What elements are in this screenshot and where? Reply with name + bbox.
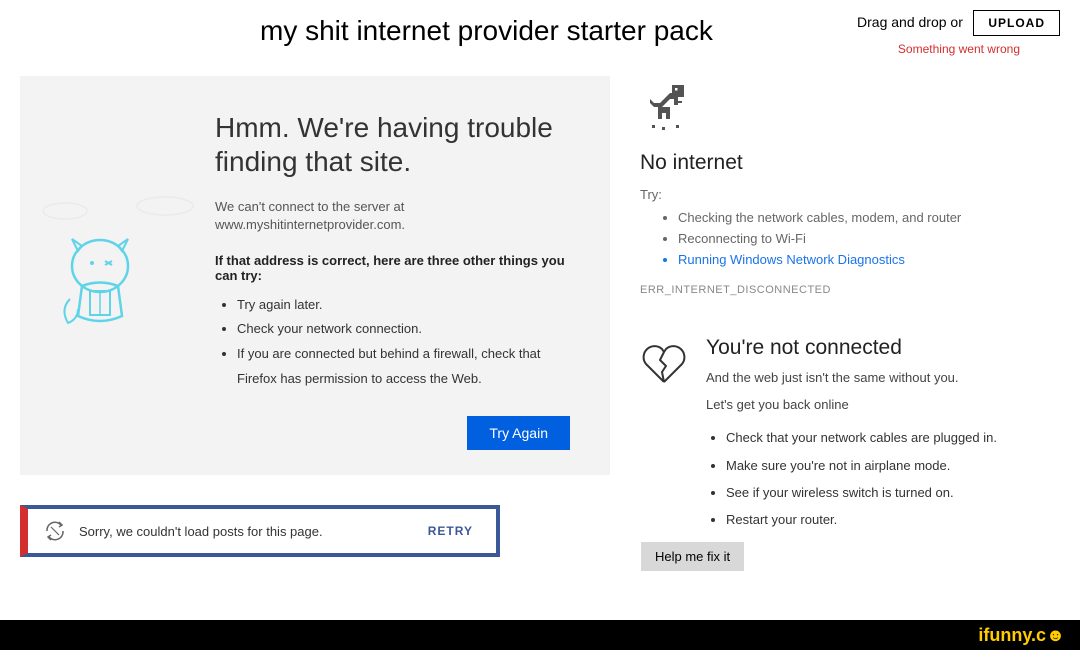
page-title: my shit internet provider starter pack (260, 15, 713, 47)
chrome-error-title: No internet (640, 151, 1060, 175)
upload-drag-text: Drag and drop or (857, 14, 963, 30)
list-item: If you are connected but behind a firewa… (237, 342, 575, 391)
ifunny-watermark: ifunny.c☻ (978, 625, 1065, 645)
upload-error: Something went wrong (857, 42, 1020, 56)
firefox-instruction: If that address is correct, here are thr… (215, 253, 575, 283)
broken-heart-icon (640, 340, 688, 388)
chrome-error-code: ERR_INTERNET_DISCONNECTED (640, 284, 1060, 296)
firefox-error-title: Hmm. We're having trouble finding that s… (215, 111, 575, 178)
help-me-fix-button[interactable]: Help me fix it (641, 542, 744, 571)
watermark-footer: ifunny.c☻ (0, 620, 1080, 650)
list-item: Reconnecting to Wi-Fi (678, 229, 1060, 250)
edge-subtitle: And the web just isn't the same without … (706, 370, 1060, 385)
list-item: Checking the network cables, modem, and … (678, 208, 1060, 229)
upload-button[interactable]: UPLOAD (973, 10, 1060, 36)
list-item: Check your network connection. (237, 317, 575, 342)
list-item: Make sure you're not in airplane mode. (726, 452, 1060, 479)
chrome-tips-list: Checking the network cables, modem, and … (678, 208, 1060, 270)
firefox-error-panel: Hmm. We're having trouble finding that s… (20, 76, 610, 475)
clouds-decoration (35, 186, 215, 236)
list-item: Check that your network cables are plugg… (726, 424, 1060, 451)
list-item: See if your wireless switch is turned on… (726, 479, 1060, 506)
firefox-mascot-icon (50, 231, 150, 341)
facebook-error-box: Sorry, we couldn't load posts for this p… (20, 505, 500, 557)
edge-tips-list: Check that your network cables are plugg… (726, 424, 1060, 533)
retry-button[interactable]: RETRY (428, 524, 473, 538)
refresh-broken-icon (43, 519, 67, 543)
edge-error-title: You're not connected (706, 336, 1060, 360)
list-item: Restart your router. (726, 506, 1060, 533)
firefox-error-subtitle: We can't connect to the server at www.my… (215, 198, 575, 234)
firefox-tips-list: Try again later. Check your network conn… (237, 293, 575, 392)
edge-error-panel: You're not connected And the web just is… (640, 336, 1060, 570)
edge-prompt: Let's get you back online (706, 397, 1060, 412)
try-again-button[interactable]: Try Again (467, 416, 570, 450)
dino-icon (644, 81, 689, 131)
facebook-error-message: Sorry, we couldn't load posts for this p… (79, 524, 428, 539)
chrome-try-label: Try: (640, 187, 1060, 202)
diagnostics-link[interactable]: Running Windows Network Diagnostics (678, 250, 1060, 271)
list-item: Try again later. (237, 293, 575, 318)
upload-area: Drag and drop or UPLOAD Something went w… (857, 10, 1060, 56)
